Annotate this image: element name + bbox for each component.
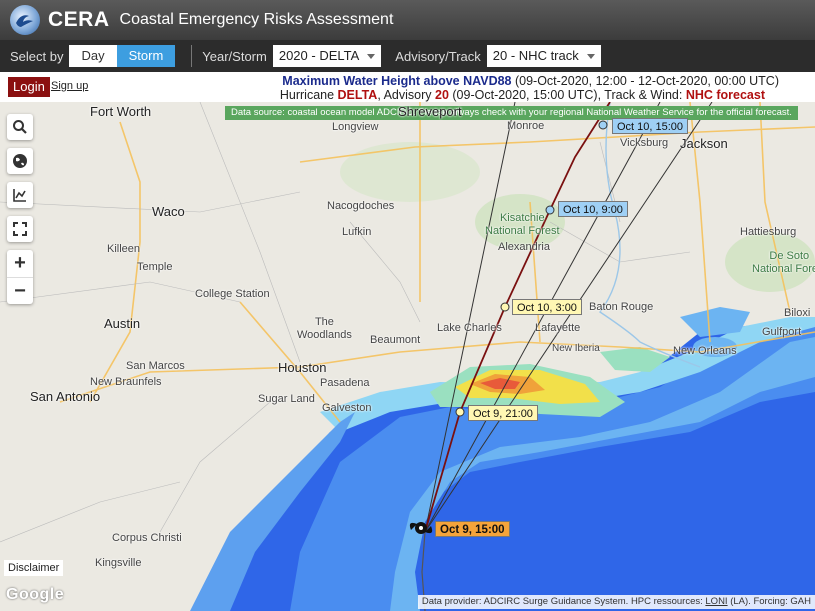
subtitle-after: (09-Oct-2020, 15:00 UTC), Track & Wind: [448,88,686,102]
advisory-select[interactable]: 20 - NHC track [486,45,601,67]
track-label[interactable]: Oct 9, 15:00 [435,521,510,537]
year-storm-label: Year/Storm [202,48,267,64]
year-storm-select[interactable]: 2020 - DELTA [272,45,382,67]
day-button[interactable]: Day [69,45,117,67]
map-title: Maximum Water Height above NAVD88 (09-Oc… [282,74,779,88]
city-label: Pasadena [320,377,370,389]
city-label: Lafayette [535,322,581,334]
toolbar-divider [191,45,193,67]
track-label[interactable]: Oct 10, 15:00 [612,118,689,134]
city-label: New Orleans [673,345,737,357]
year-storm-value: 2020 - DELTA [278,48,360,63]
loni-link[interactable]: LONI [705,596,727,607]
forest-label: Kisatchie National Forest [485,212,560,237]
subtitle-mid: , Advisory [377,88,436,102]
city-label: Hattiesburg [740,226,797,238]
disclaimer-link[interactable]: Disclaimer [4,560,64,576]
city-label: Temple [137,261,173,273]
forest-label: De Soto National Forest [752,250,815,275]
city-label: Beaumont [370,334,421,346]
search-button[interactable] [7,114,33,140]
data-source-banner: Data source: coastal ocean model ADCIRC.… [225,106,798,120]
city-label: Gulfport [762,326,802,338]
fullscreen-button[interactable] [7,216,33,242]
track-label[interactable]: Oct 9, 21:00 [468,405,538,421]
city-label: New Iberia [552,343,600,354]
city-label: Corpus Christi [112,532,182,544]
city-label: Longview [332,121,379,133]
chevron-down-icon [367,54,376,59]
fullscreen-icon [13,222,27,236]
city-label: Biloxi [784,307,811,319]
data-provider-attribution: Data provider: ADCIRC Surge Guidance Sys… [417,595,815,609]
city-label: Vicksburg [620,137,669,149]
chevron-down-icon [586,54,595,59]
city-label: New Braunfels [90,376,162,388]
zoom-in-button[interactable]: + [7,250,33,277]
city-label: Waco [152,204,185,219]
globe-icon [13,154,27,168]
globe-button[interactable] [7,148,33,174]
city-label: Nacogdoches [327,200,395,212]
city-label: Houston [278,360,327,375]
login-button[interactable]: Login [8,77,50,97]
track-label[interactable]: Oct 10, 9:00 [558,201,628,217]
city-label: Alexandria [498,241,550,253]
subtitle-prefix: Hurricane [279,88,338,102]
city-label: Galveston [322,402,372,414]
city-label: Austin [104,316,141,331]
toolbar: Select by Day Storm Year/Storm 2020 - DE… [0,40,815,72]
zoom-controls: + − [7,250,33,304]
brand-subtitle: Coastal Emergency Risks Assessment [119,11,394,28]
chart-icon [13,189,26,202]
storm-button[interactable]: Storm [116,45,176,67]
storm-name: DELTA [337,88,378,102]
search-icon [13,120,27,134]
track-label[interactable]: Oct 10, 3:00 [512,299,582,315]
city-label: Kingsville [95,557,142,569]
city-label: Fort Worth [90,104,152,119]
map-title-range: (09-Oct-2020, 12:00 - 12-Oct-2020, 00:00… [511,74,779,88]
google-logo: Google [6,586,65,603]
map-title-bold: Maximum Water Height above NAVD88 [282,74,512,88]
city-label: San Marcos [126,360,185,372]
city-label: College Station [195,288,270,300]
signup-link[interactable]: Sign up [51,80,88,92]
map-subtitle: Hurricane DELTA, Advisory 20 (09-Oct-202… [280,88,765,102]
city-label: Lufkin [342,226,372,238]
forecast-label: NHC forecast [685,88,765,102]
city-label: Killeen [107,243,141,255]
select-by-label: Select by [10,48,64,64]
city-label: Sugar Land [258,393,315,405]
city-label: Shreveport [398,104,462,119]
provider-prefix: Data provider: ADCIRC Surge Guidance Sys… [421,596,706,607]
chart-button[interactable] [7,182,33,208]
city-label: Jackson [680,136,728,151]
advisory-value: 20 - NHC track [492,48,579,63]
city-label: Monroe [507,120,545,132]
app-header: CERA Coastal Emergency Risks Assessment [0,0,815,40]
map-canvas[interactable]: Data source: coastal ocean model ADCIRC.… [0,102,815,611]
advisory-label: Advisory/Track [395,48,481,64]
city-label: San Antonio [30,389,101,404]
zoom-out-button[interactable]: − [7,277,33,304]
city-label: Baton Rouge [589,301,654,313]
provider-suffix: (LA). Forcing: GAH [727,596,811,607]
cera-logo-icon [10,5,40,35]
brand-name: CERA [48,8,110,31]
info-bar: Login Sign up Maximum Water Height above… [0,72,815,102]
city-label: Lake Charles [437,322,502,334]
city-label: The Woodlands [297,316,352,341]
advisory-number: 20 [435,88,449,102]
